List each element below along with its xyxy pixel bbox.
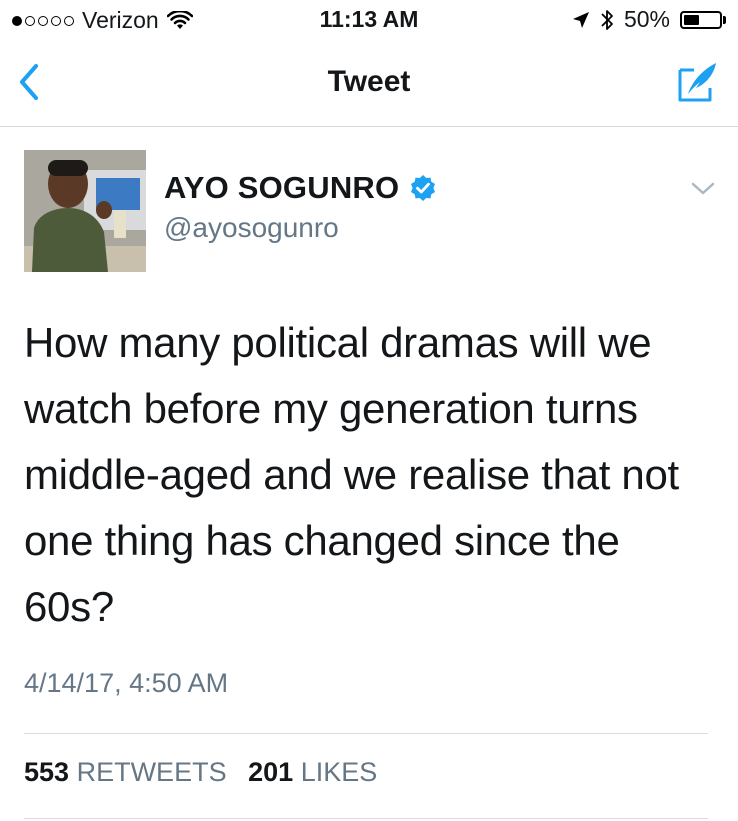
location-arrow-icon: [572, 11, 589, 28]
avatar-photo: [24, 150, 146, 272]
author-name: AYO SOGUNRO: [164, 170, 400, 205]
retweets-count: 553: [24, 757, 70, 787]
tweet-timestamp: 4/14/17, 4:50 AM: [24, 668, 229, 698]
compose-tweet-button[interactable]: [676, 60, 720, 104]
nav-bar: Tweet: [0, 40, 738, 127]
retweets-stat[interactable]: 553 RETWEETS: [24, 757, 234, 787]
battery-percent: 50%: [623, 6, 670, 32]
author-handle: @ayosogunro: [164, 212, 339, 243]
verified-badge-icon: [411, 175, 436, 201]
retweets-label: RETWEETS: [76, 757, 227, 787]
chevron-down-icon: [691, 182, 715, 195]
likes-label: LIKES: [300, 757, 378, 787]
tweet-stats: 553 RETWEETS 201 LIKES: [24, 757, 391, 788]
compose-tweet-icon: [678, 63, 716, 102]
author-avatar[interactable]: [24, 150, 146, 272]
tweet-options-button[interactable]: [690, 180, 716, 198]
tweet-text: How many political dramas will we watch …: [24, 319, 679, 630]
status-right: 50%: [572, 6, 726, 33]
battery-cap: [723, 15, 726, 24]
likes-count: 201: [248, 757, 294, 787]
divider: [24, 733, 708, 734]
status-bar: Verizon 11:13 AM 50%: [0, 0, 738, 40]
divider-bottom: [24, 818, 708, 819]
author-info[interactable]: AYO SOGUNRO @ayosogunro: [164, 170, 437, 244]
likes-stat[interactable]: 201 LIKES: [248, 757, 377, 787]
nav-title: Tweet: [327, 65, 411, 98]
battery-icon: [680, 10, 722, 29]
bluetooth-icon: [601, 9, 613, 30]
author-name-row: AYO SOGUNRO: [164, 170, 437, 206]
